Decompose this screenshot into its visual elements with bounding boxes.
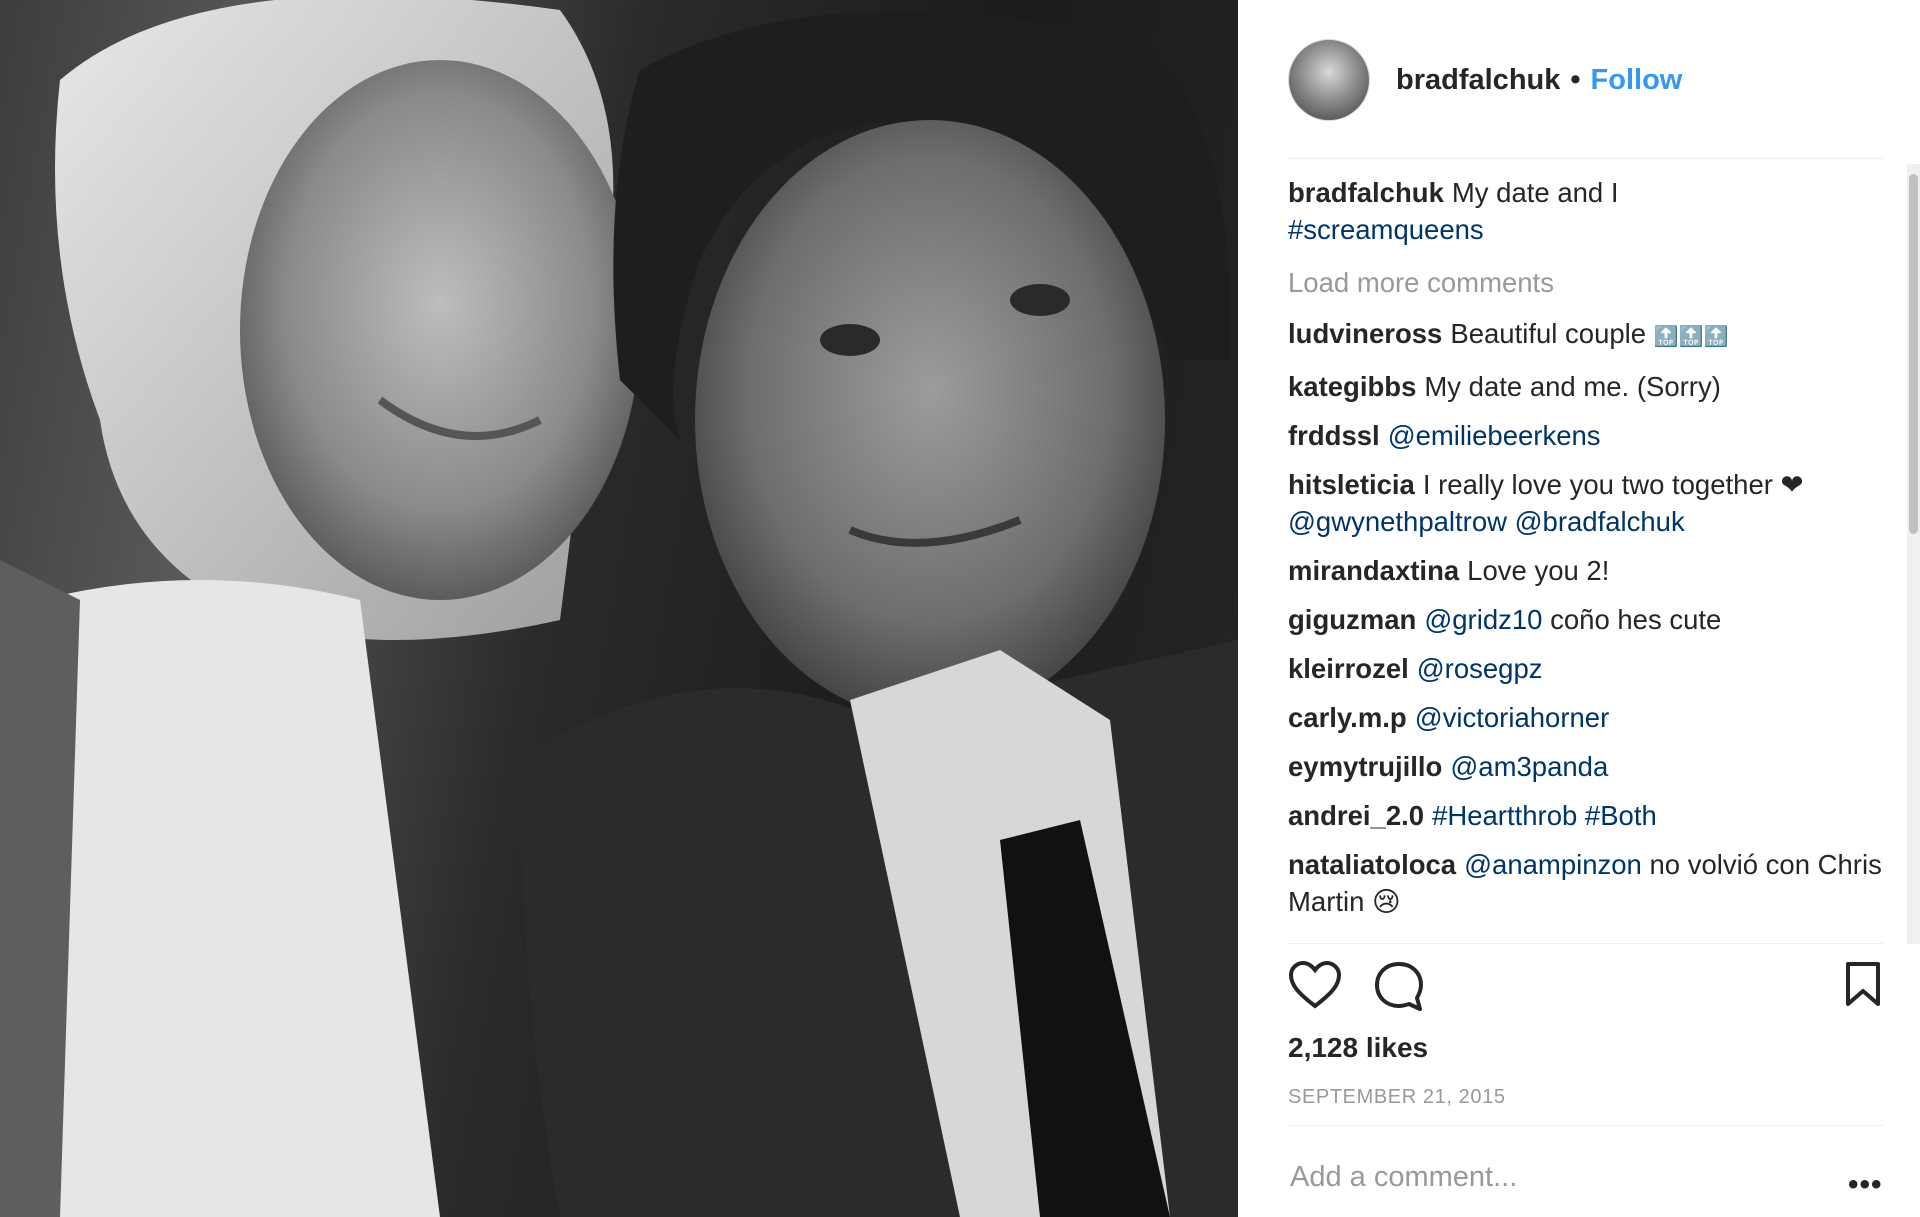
avatar[interactable] bbox=[1288, 39, 1370, 121]
divider bbox=[1288, 943, 1883, 944]
add-comment-input[interactable] bbox=[1288, 1160, 1772, 1195]
comment-item: mirandaxtina Love you 2! bbox=[1288, 552, 1883, 589]
comment-mention[interactable]: @anampinzon bbox=[1464, 849, 1642, 880]
more-options-icon[interactable]: ••• bbox=[1848, 1168, 1883, 1202]
photo-illustration bbox=[0, 0, 1238, 1217]
comment-mention[interactable]: @gwynethpaltrow @bradfalchuk bbox=[1288, 506, 1685, 537]
comment-list: bradfalchuk My date and I #screamqueens L… bbox=[1288, 174, 1883, 934]
comment-username[interactable]: giguzman bbox=[1288, 604, 1416, 635]
comment-item: giguzman @gridz10 coño hes cute bbox=[1288, 601, 1883, 638]
caption-text: My date and I bbox=[1451, 177, 1619, 208]
scrollbar-thumb[interactable] bbox=[1909, 174, 1918, 534]
comment-username[interactable]: nataliatoloca bbox=[1288, 849, 1456, 880]
heart-icon[interactable] bbox=[1288, 960, 1342, 1015]
comment-username[interactable]: andrei_2.0 bbox=[1288, 800, 1424, 831]
comments-scrollbar[interactable] bbox=[1907, 164, 1920, 944]
comment-item: eymytrujillo @am3panda bbox=[1288, 748, 1883, 785]
comment-item: hitsleticia I really love you two togethe… bbox=[1288, 466, 1883, 540]
comment-username[interactable]: carly.m.p bbox=[1288, 702, 1407, 733]
bookmark-icon[interactable] bbox=[1844, 960, 1882, 1013]
comment-item: nataliatoloca @anampinzon no volvió con C… bbox=[1288, 846, 1883, 920]
comment-username[interactable]: mirandaxtina bbox=[1288, 555, 1459, 586]
comment-item: kleirrozel @rosegpz bbox=[1288, 650, 1883, 687]
comment-username[interactable]: frddssl bbox=[1288, 420, 1380, 451]
load-more-comments[interactable]: Load more comments bbox=[1288, 264, 1883, 301]
post-date: SEPTEMBER 21, 2015 bbox=[1288, 1086, 1506, 1108]
caption: bradfalchuk My date and I #screamqueens bbox=[1288, 174, 1883, 248]
comment-mention[interactable]: @gridz10 bbox=[1424, 604, 1542, 635]
comment-username[interactable]: ludvineross bbox=[1288, 318, 1442, 349]
comment-item: ludvineross Beautiful couple 🔝🔝🔝 bbox=[1288, 315, 1883, 356]
comment-item: kategibbs My date and me. (Sorry) bbox=[1288, 368, 1883, 405]
comment-mention[interactable]: @rosegpz bbox=[1417, 653, 1543, 684]
post-panel: bradfalchuk • Follow bradfalchuk My date … bbox=[1238, 0, 1920, 1217]
post-header: bradfalchuk • Follow bbox=[1288, 38, 1682, 122]
likes-count[interactable]: 2,128 likes bbox=[1288, 1032, 1428, 1064]
action-bar bbox=[1288, 960, 1883, 1020]
post-photo[interactable] bbox=[0, 0, 1238, 1217]
comment-text: Love you 2! bbox=[1467, 555, 1610, 586]
header-username[interactable]: bradfalchuk bbox=[1396, 64, 1560, 97]
comment-mention[interactable]: @victoriahorner bbox=[1415, 702, 1610, 733]
comment-mention[interactable]: @am3panda bbox=[1450, 751, 1608, 782]
comment-username[interactable]: hitsleticia bbox=[1288, 469, 1415, 500]
follow-button[interactable]: Follow bbox=[1591, 64, 1683, 97]
caption-hashtag[interactable]: #screamqueens bbox=[1288, 214, 1484, 245]
comment-item: frddssl @emiliebeerkens bbox=[1288, 417, 1883, 454]
comment-username[interactable]: kleirrozel bbox=[1288, 653, 1409, 684]
comment-username[interactable]: kategibbs bbox=[1288, 371, 1416, 402]
comment-mention[interactable]: @emiliebeerkens bbox=[1388, 420, 1601, 451]
comment-emoji: 🔝🔝🔝 bbox=[1653, 326, 1729, 348]
comment-item: carly.m.p @victoriahorner bbox=[1288, 699, 1883, 736]
comment-text: Beautiful couple bbox=[1450, 318, 1647, 349]
comment-text: My date and me. (Sorry) bbox=[1424, 371, 1721, 402]
header-separator: • bbox=[1570, 63, 1581, 96]
divider bbox=[1288, 1125, 1883, 1126]
comment-item: andrei_2.0 #Heartthrob #Both bbox=[1288, 797, 1883, 834]
comment-icon[interactable] bbox=[1373, 960, 1425, 1017]
comment-text: I really love you two together ❤ bbox=[1422, 469, 1804, 500]
caption-username[interactable]: bradfalchuk bbox=[1288, 177, 1444, 208]
comment-hashtags[interactable]: #Heartthrob #Both bbox=[1432, 800, 1657, 831]
divider bbox=[1288, 158, 1883, 159]
comment-text: coño hes cute bbox=[1550, 604, 1722, 635]
comment-username[interactable]: eymytrujillo bbox=[1288, 751, 1442, 782]
